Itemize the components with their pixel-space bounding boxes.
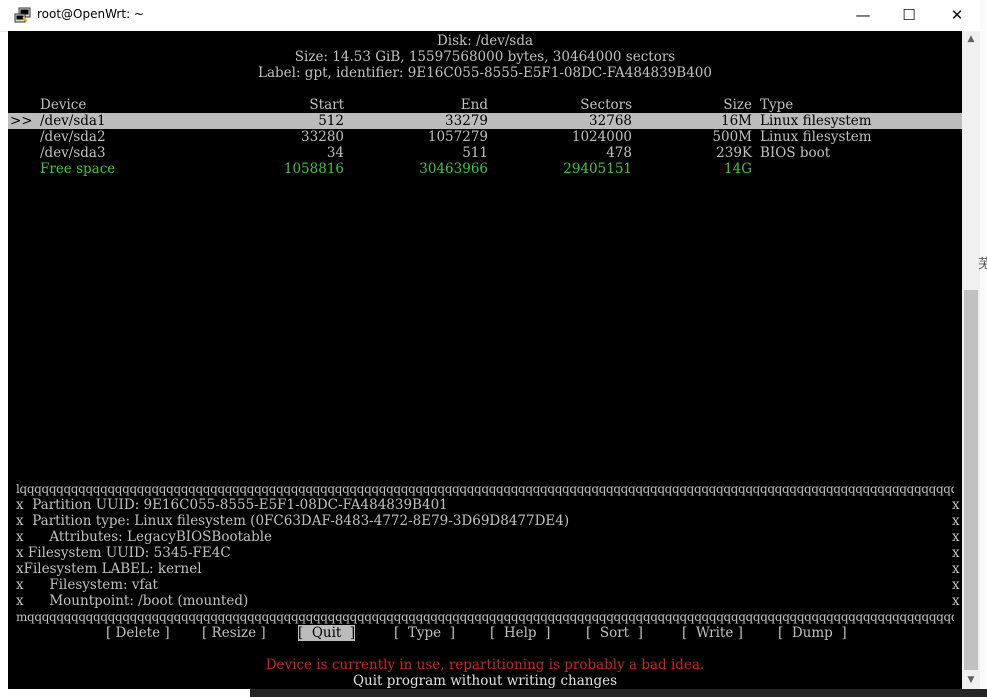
- info-text: x Partition UUID: 9E16C055-8555-E5F1-08D…: [16, 497, 448, 513]
- warning-message: Device is currently in use, repartitioni…: [265, 657, 705, 673]
- menu-help[interactable]: [ Help ]: [490, 625, 550, 641]
- table-row-free-space[interactable]: Free space 1058816 30463966 29405151 14G: [8, 161, 962, 177]
- box-edge: x: [952, 577, 960, 593]
- terminal-screen[interactable]: Disk: /dev/sda Size: 14.53 GiB, 15597568…: [8, 31, 962, 689]
- row-device: /dev/sda3: [40, 145, 106, 161]
- box-edge: x: [952, 561, 960, 577]
- info-box-bottom-border: mqqqqqqqqqqqqqqqqqqqqqqqqqqqqqqqqqqqqqqq…: [16, 610, 954, 624]
- row-device: /dev/sda2: [40, 129, 106, 145]
- info-text: x Filesystem: vfat: [16, 577, 158, 593]
- row-size: 14G: [724, 161, 752, 177]
- row-selector: >>: [10, 113, 33, 129]
- disk-label: Label: gpt, identifier: 9E16C055-8555-E5…: [258, 65, 712, 81]
- window-title: root@OpenWrt: ~: [37, 7, 144, 21]
- box-edge: x: [952, 529, 960, 545]
- row-start: 34: [326, 145, 344, 161]
- box-edge: x: [952, 593, 960, 609]
- background-window-glyph: 芜: [978, 257, 987, 272]
- background-window-edge: [980, 0, 987, 697]
- action-menu: [ Delete ] [ Resize ] [ Quit ] [ Type ] …: [8, 625, 962, 641]
- info-filesystem-uuid: x Filesystem UUID: 5345-FE4C x: [16, 545, 962, 561]
- col-type: Type: [760, 97, 794, 113]
- info-text: x Filesystem UUID: 5345-FE4C: [16, 545, 231, 561]
- info-mountpoint: x Mountpoint: /boot (mounted) x: [16, 593, 962, 609]
- row-sectors: 29405151: [563, 161, 632, 177]
- menu-type[interactable]: [ Type ]: [394, 625, 455, 641]
- info-partition-type: x Partition type: Linux filesystem (0FC6…: [16, 513, 962, 529]
- table-header: Device Start End Sectors Size Type: [8, 97, 962, 113]
- info-filesystem: x Filesystem: vfat x: [16, 577, 962, 593]
- menu-resize[interactable]: [ Resize ]: [202, 625, 266, 641]
- box-edge: x: [952, 545, 960, 561]
- box-edge: x: [952, 513, 960, 529]
- row-size: 16M: [720, 113, 752, 129]
- row-type: BIOS boot: [760, 145, 831, 161]
- info-text: xFilesystem LABEL: kernel: [16, 561, 202, 577]
- menu-quit[interactable]: [ Quit ]: [298, 625, 356, 641]
- menu-dump[interactable]: [ Dump ]: [778, 625, 847, 641]
- row-sectors: 1024000: [571, 129, 632, 145]
- row-end: 30463966: [419, 161, 488, 177]
- scroll-up-icon[interactable]: ▲: [962, 31, 980, 48]
- window-titlebar[interactable]: root@OpenWrt: ~ — ☐ ✕: [0, 0, 987, 32]
- menu-delete[interactable]: [ Delete ]: [106, 625, 170, 641]
- info-partition-uuid: x Partition UUID: 9E16C055-8555-E5F1-08D…: [16, 497, 962, 513]
- taskbar-edge: [250, 689, 987, 697]
- box-edge: x: [952, 497, 960, 513]
- info-attributes: x Attributes: LegacyBIOSBootable x: [16, 529, 962, 545]
- row-type: Linux filesystem: [760, 129, 872, 145]
- row-type: Linux filesystem: [760, 113, 872, 129]
- vertical-scrollbar[interactable]: ▲ ▼: [962, 31, 980, 689]
- row-size: 239K: [716, 145, 752, 161]
- hint-message: Quit program without writing changes: [352, 673, 618, 689]
- row-start: 33280: [301, 129, 344, 145]
- row-size: 500M: [712, 129, 752, 145]
- row-start: 512: [318, 113, 344, 129]
- menu-write[interactable]: [ Write ]: [682, 625, 743, 641]
- info-text: x Partition type: Linux filesystem (0FC6…: [16, 513, 570, 529]
- info-text: x Mountpoint: /boot (mounted): [16, 593, 249, 609]
- row-end: 33279: [445, 113, 488, 129]
- col-start: Start: [309, 97, 344, 113]
- row-sectors: 32768: [589, 113, 632, 129]
- info-box-top-border: lqqqqqqqqqqqqqqqqqqqqqqqqqqqqqqqqqqqqqqq…: [16, 482, 954, 496]
- disk-size: Size: 14.53 GiB, 15597568000 bytes, 3046…: [294, 49, 676, 65]
- col-sectors: Sectors: [580, 97, 632, 113]
- scroll-down-icon[interactable]: ▼: [962, 672, 980, 689]
- col-size: Size: [723, 97, 752, 113]
- close-button[interactable]: ✕: [934, 0, 980, 31]
- table-row-selected[interactable]: >> /dev/sda1 512 33279 32768 16M Linux f…: [8, 113, 962, 129]
- row-end: 1057279: [427, 129, 488, 145]
- menu-sort[interactable]: [ Sort ]: [586, 625, 643, 641]
- maximize-button[interactable]: ☐: [886, 0, 932, 31]
- table-row[interactable]: /dev/sda3 34 511 478 239K BIOS boot: [8, 145, 962, 161]
- col-device: Device: [40, 97, 87, 113]
- putty-app-icon: [14, 7, 31, 23]
- row-end: 511: [462, 145, 488, 161]
- row-device: Free space: [40, 161, 116, 177]
- table-row[interactable]: /dev/sda2 33280 1057279 1024000 500M Lin…: [8, 129, 962, 145]
- minimize-button[interactable]: —: [840, 0, 886, 31]
- col-end: End: [460, 97, 488, 113]
- scrollbar-thumb[interactable]: [964, 290, 978, 670]
- disk-header: Disk: /dev/sda: [436, 33, 534, 49]
- row-sectors: 478: [606, 145, 632, 161]
- row-device: /dev/sda1: [40, 113, 106, 129]
- info-text: x Attributes: LegacyBIOSBootable: [16, 529, 273, 545]
- info-filesystem-label: xFilesystem LABEL: kernel x: [16, 561, 962, 577]
- row-start: 1058816: [283, 161, 344, 177]
